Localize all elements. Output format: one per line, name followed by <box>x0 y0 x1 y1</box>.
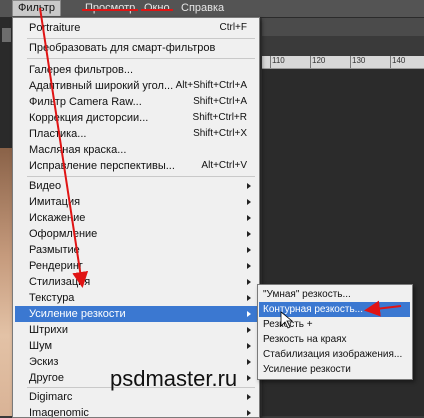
submenu-arrow-icon <box>247 231 251 237</box>
shortcut-label: Alt+Shift+Ctrl+A <box>175 80 247 91</box>
shortcut-label: Shift+Ctrl+X <box>193 128 247 139</box>
menu-view[interactable]: Просмотр <box>80 1 140 16</box>
submenu-arrow-icon <box>247 279 251 285</box>
menu-filter[interactable]: Фильтр <box>12 0 61 16</box>
sharpen-submenu: "Умная" резкость... Контурная резкость..… <box>257 284 413 380</box>
menu-item-brush-strokes[interactable]: Штрихи <box>15 322 257 338</box>
menu-item-liquify[interactable]: Пластика... Shift+Ctrl+X <box>15 126 257 142</box>
filter-menu: Portraiture Ctrl+F Преобразовать для смар… <box>12 17 260 418</box>
shortcut-label: Ctrl+F <box>219 22 248 33</box>
menu-window[interactable]: Окно <box>139 1 175 16</box>
menu-item-portraiture[interactable]: Portraiture Ctrl+F <box>15 20 257 36</box>
menu-item-render[interactable]: Рендеринг <box>15 258 257 274</box>
menu-bar: Фильтр Просмотр Окно Справка <box>0 0 424 18</box>
submenu-arrow-icon <box>247 295 251 301</box>
menu-item-artistic[interactable]: Имитация <box>15 194 257 210</box>
watermark: psdmaster.ru <box>110 366 238 391</box>
submenu-arrow-icon <box>247 215 251 221</box>
submenu-arrow-icon <box>247 199 251 205</box>
submenu-arrow-icon <box>247 394 251 400</box>
submenu-item-unsharp-mask[interactable]: Контурная резкость... <box>259 302 410 317</box>
submenu-arrow-icon <box>247 375 251 381</box>
submenu-arrow-icon <box>247 327 251 333</box>
menu-item-texture[interactable]: Текстура <box>15 290 257 306</box>
menu-item-blur[interactable]: Размытие <box>15 242 257 258</box>
submenu-item-shake-reduction[interactable]: Стабилизация изображения... <box>259 347 410 362</box>
horizontal-ruler: 110 120 130 140 <box>262 56 424 69</box>
submenu-arrow-icon <box>247 247 251 253</box>
menu-item-smart-filters[interactable]: Преобразовать для смарт-фильтров <box>15 40 257 56</box>
shortcut-label: Shift+Ctrl+A <box>193 96 247 107</box>
submenu-item-sharpen[interactable]: Усиление резкости <box>259 362 410 377</box>
submenu-arrow-icon <box>247 410 251 416</box>
submenu-arrow-icon <box>247 343 251 349</box>
document-image <box>0 148 12 416</box>
submenu-arrow-icon <box>247 263 251 269</box>
menu-item-pixelate[interactable]: Оформление <box>15 226 257 242</box>
menu-item-video[interactable]: Видео <box>15 178 257 194</box>
menu-item-filter-gallery[interactable]: Галерея фильтров... <box>15 62 257 78</box>
ruler-label: 130 <box>352 56 366 65</box>
submenu-item-smart-sharpen[interactable]: "Умная" резкость... <box>259 287 410 302</box>
menu-separator <box>27 38 255 39</box>
submenu-item-sharpen-edges[interactable]: Резкость на краях <box>259 332 410 347</box>
menu-item-sharpen[interactable]: Усиление резкости <box>15 306 257 322</box>
menu-separator <box>27 176 255 177</box>
menu-item-camera-raw[interactable]: Фильтр Camera Raw... Shift+Ctrl+A <box>15 94 257 110</box>
menu-item-stylize[interactable]: Стилизация <box>15 274 257 290</box>
shortcut-label: Alt+Ctrl+V <box>201 160 247 171</box>
ruler-label: 110 <box>272 56 285 65</box>
menu-help[interactable]: Справка <box>176 1 229 16</box>
menu-item-vanishing-point[interactable]: Исправление перспективы... Alt+Ctrl+V <box>15 158 257 174</box>
panel-collapse-tab[interactable] <box>2 28 11 42</box>
ruler-label: 120 <box>312 56 326 65</box>
ruler-label: 140 <box>392 56 406 65</box>
menu-item-imagenomic[interactable]: Imagenomic <box>15 405 257 417</box>
menu-item-lens-correction[interactable]: Коррекция дисторсии... Shift+Ctrl+R <box>15 110 257 126</box>
menu-item-noise[interactable]: Шум <box>15 338 257 354</box>
submenu-arrow-icon <box>247 359 251 365</box>
document-tab-bar <box>262 18 424 36</box>
shortcut-label: Shift+Ctrl+R <box>192 112 247 123</box>
menu-item-distort[interactable]: Искажение <box>15 210 257 226</box>
menu-item-oil-paint[interactable]: Масляная краска... <box>15 142 257 158</box>
submenu-item-sharpen-more[interactable]: Резкость + <box>259 317 410 332</box>
submenu-arrow-icon <box>247 311 251 317</box>
submenu-arrow-icon <box>247 183 251 189</box>
menu-separator <box>27 58 255 59</box>
menu-item-adaptive-wide-angle[interactable]: Адаптивный широкий угол... Alt+Shift+Ctrl… <box>15 78 257 94</box>
